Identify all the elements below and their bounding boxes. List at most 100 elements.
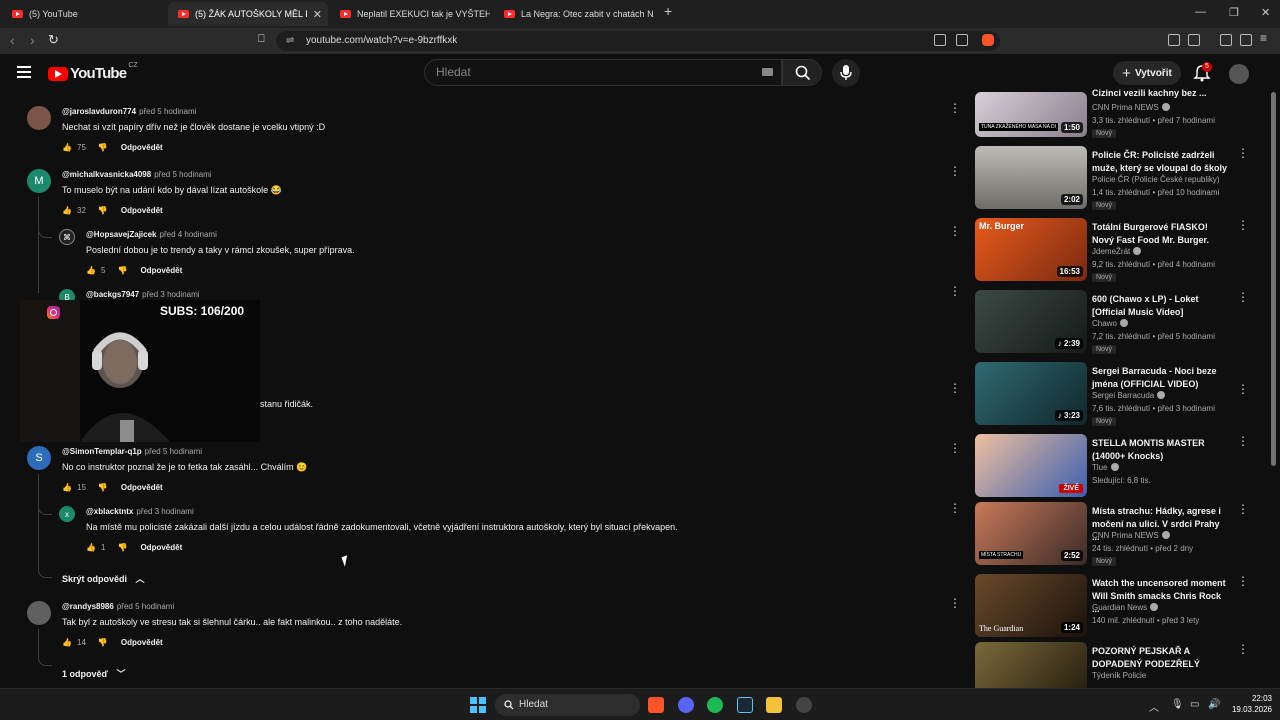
- dislike-icon[interactable]: 👎: [98, 638, 108, 647]
- video-title[interactable]: 600 (Chawo x LP) - Loket [Official Music…: [1092, 293, 1228, 319]
- comment-menu-icon[interactable]: ⋮: [949, 382, 961, 394]
- video-thumbnail[interactable]: The Guardian 1:24: [975, 574, 1087, 637]
- comment-author[interactable]: @randys8986: [62, 602, 114, 611]
- avatar[interactable]: S: [27, 446, 51, 470]
- recommended-video[interactable]: ŽIVĚ STELLA MONTIS MASTER (14000+ Knocks…: [975, 434, 1249, 497]
- maximize-icon[interactable]: ❐: [1229, 6, 1239, 19]
- channel-name[interactable]: Sergei Barracuda: [1092, 391, 1166, 400]
- avatar[interactable]: [27, 106, 51, 130]
- video-menu-icon[interactable]: ⋮: [1237, 574, 1249, 588]
- like-icon[interactable]: 👍: [62, 638, 72, 647]
- video-title[interactable]: Cizinci vezili kachny bez ...: [1092, 87, 1228, 100]
- video-thumbnail[interactable]: ♪ 2:39: [975, 290, 1087, 353]
- comment-time[interactable]: před 3 hodinami: [136, 507, 193, 516]
- file-explorer-icon[interactable]: [766, 697, 782, 713]
- tab-active-video[interactable]: (5) ŽÁK AUTOŠKOLY MĚL POZITI... ✕: [168, 2, 328, 26]
- voice-search-button[interactable]: [832, 59, 860, 87]
- channel-name[interactable]: Chawo: [1092, 319, 1128, 328]
- like-icon[interactable]: 👍: [86, 543, 96, 552]
- url-field[interactable]: ⇌ youtube.com/watch?v=e-9bzrffkxk: [276, 31, 1000, 51]
- reply-button[interactable]: Odpovědět: [121, 206, 163, 215]
- video-thumbnail[interactable]: MÍSTA STRACHU 2:52: [975, 502, 1087, 565]
- new-tab-icon[interactable]: +: [664, 3, 672, 19]
- recommended-video[interactable]: MÍSTA STRACHU 2:52 Místa strachu: Hádky,…: [975, 502, 1249, 566]
- comment-menu-icon[interactable]: ⋮: [949, 502, 961, 514]
- site-info-icon[interactable]: ⇌: [286, 31, 294, 51]
- recommended-video[interactable]: ♪ 2:39 600 (Chawo x LP) - Loket [Officia…: [975, 290, 1249, 354]
- brave-shield-icon[interactable]: [982, 34, 994, 46]
- taskbar-search[interactable]: Hledat: [495, 694, 640, 716]
- dislike-icon[interactable]: 👎: [117, 266, 127, 275]
- avatar[interactable]: ⌘: [59, 229, 75, 245]
- avatar[interactable]: x: [59, 506, 75, 522]
- reply-button[interactable]: Odpovědět: [140, 543, 182, 552]
- microphone-tray-icon[interactable]: 🎙: [1171, 699, 1184, 710]
- video-thumbnail[interactable]: TUNA ZKAŽENÉHO MASA NA DI 1:50: [975, 92, 1087, 137]
- channel-name[interactable]: Týdeník Policie: [1092, 671, 1146, 680]
- discord-icon[interactable]: [678, 697, 694, 713]
- close-icon[interactable]: ✕: [313, 8, 322, 21]
- hide-replies-button[interactable]: Skrýt odpovědi ︿: [62, 572, 145, 585]
- recommended-video[interactable]: Mr. Burger 16:53 Totální Burgerové FIASK…: [975, 218, 1249, 282]
- comment-time[interactable]: před 4 hodinami: [160, 230, 217, 239]
- hamburger-menu-icon[interactable]: [17, 66, 31, 78]
- app-icon[interactable]: [796, 697, 812, 713]
- media-icon[interactable]: [1220, 34, 1232, 46]
- reply-button[interactable]: Odpovědět: [121, 638, 163, 647]
- comment-author[interactable]: @michalkvasnicka4098: [62, 170, 151, 179]
- reply-button[interactable]: Odpovědět: [140, 266, 182, 275]
- comment-menu-icon[interactable]: ⋮: [949, 442, 961, 454]
- channel-name[interactable]: CNN Prima NEWS: [1092, 531, 1170, 540]
- dislike-icon[interactable]: 👎: [98, 483, 108, 492]
- comment-menu-icon[interactable]: ⋮: [949, 225, 961, 237]
- minimize-icon[interactable]: —: [1195, 6, 1206, 18]
- video-title[interactable]: STELLA MONTIS MASTER (14000+ Knocks): [1092, 437, 1228, 463]
- sidebar-icon[interactable]: [1240, 34, 1252, 46]
- windows-start-icon[interactable]: [470, 697, 486, 713]
- tab-video-3[interactable]: La Negra: Otec zabit v chatách NA JE...: [494, 2, 654, 26]
- taskbar-clock[interactable]: 22:03 19.03.2026: [1226, 693, 1272, 715]
- like-icon[interactable]: 👍: [62, 143, 72, 152]
- wallet-icon[interactable]: [1188, 34, 1200, 46]
- video-thumbnail[interactable]: ♪ 3:23: [975, 362, 1087, 425]
- recommended-video[interactable]: TUNA ZKAŽENÉHO MASA NA DI 1:50 Cizinci v…: [975, 74, 1245, 138]
- dislike-icon[interactable]: 👎: [98, 143, 108, 152]
- video-title[interactable]: Policie ČR: Policisté zadrželi muže, kte…: [1092, 149, 1228, 175]
- spotify-icon[interactable]: [707, 697, 723, 713]
- video-thumbnail[interactable]: 2:02: [975, 146, 1087, 209]
- like-icon[interactable]: 👍: [86, 266, 96, 275]
- comment-menu-icon[interactable]: ⋮: [949, 102, 961, 114]
- video-menu-icon[interactable]: ⋮: [1237, 146, 1249, 160]
- youtube-logo[interactable]: YouTube CZ: [48, 62, 138, 82]
- search-input[interactable]: Hledat: [424, 59, 782, 86]
- video-menu-icon[interactable]: ⋮: [1237, 642, 1245, 656]
- comment-author[interactable]: @HopsavejZajicek: [86, 230, 157, 239]
- volume-icon[interactable]: 🔊: [1208, 699, 1220, 710]
- dislike-icon[interactable]: 👎: [117, 543, 127, 552]
- steam-icon[interactable]: [737, 697, 753, 713]
- comment-time[interactable]: před 5 hodinami: [154, 170, 211, 179]
- recommended-video[interactable]: ♪ 3:23 Sergei Barracuda - Noci beze jmén…: [975, 362, 1249, 426]
- video-thumbnail[interactable]: [975, 642, 1087, 688]
- comment-time[interactable]: před 5 hodinami: [145, 447, 202, 456]
- comment-menu-icon[interactable]: ⋮: [949, 285, 961, 297]
- network-icon[interactable]: ▭: [1190, 699, 1199, 710]
- video-title[interactable]: POZORNÝ PEJSKAŘ A DOPADENÝ PODEZŘELÝ: [1092, 645, 1228, 671]
- comment-author[interactable]: @backgs7947: [86, 290, 139, 299]
- video-menu-icon[interactable]: ⋮: [1237, 218, 1249, 232]
- tab-youtube-home[interactable]: (5) YouTube: [2, 2, 167, 26]
- like-icon[interactable]: 👍: [62, 483, 72, 492]
- comment-author[interactable]: @SimonTemplar-q1p: [62, 447, 142, 456]
- video-menu-icon[interactable]: ⋮: [1237, 290, 1249, 304]
- back-icon[interactable]: ‹: [10, 32, 15, 48]
- forward-icon[interactable]: ›: [30, 32, 35, 48]
- avatar[interactable]: M: [27, 169, 51, 193]
- dislike-icon[interactable]: 👎: [98, 206, 108, 215]
- video-title[interactable]: Totální Burgerové FIASKO! Nový Fast Food…: [1092, 221, 1228, 247]
- channel-name[interactable]: Guardian News: [1092, 603, 1159, 612]
- bookmark-icon[interactable]: ⎕: [258, 33, 265, 46]
- browser-menu-icon[interactable]: ≡: [1260, 31, 1272, 45]
- comment-author[interactable]: @jaroslavduron774: [62, 107, 136, 116]
- show-replies-button[interactable]: 1 odpověď ﹀: [62, 667, 126, 680]
- channel-name[interactable]: CNN Prima NEWS: [1092, 103, 1170, 112]
